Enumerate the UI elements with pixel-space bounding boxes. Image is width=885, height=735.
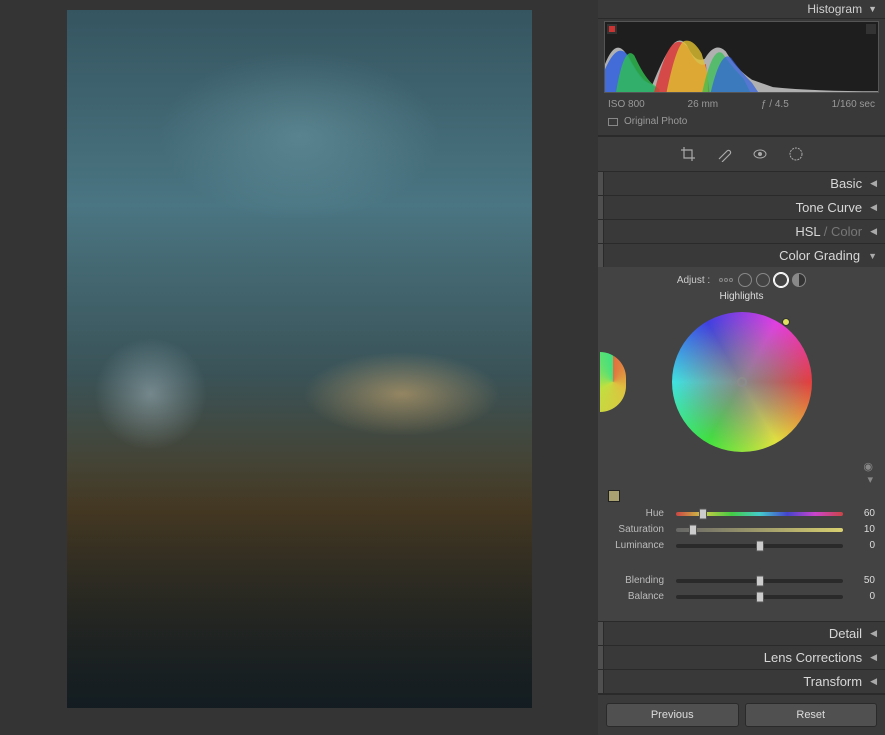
prev-wheel-peek[interactable]: [600, 352, 626, 412]
saturation-thumb[interactable]: [689, 524, 697, 535]
wheel-center-icon: [737, 377, 747, 387]
balance-slider-row: Balance 0: [608, 591, 875, 602]
reset-button[interactable]: Reset: [745, 703, 878, 727]
disclosure-icon[interactable]: ▾: [867, 473, 873, 486]
blending-label: Blending: [608, 575, 670, 586]
shutter-value: 1/160 sec: [832, 99, 875, 110]
hsl-section: HSL / Color ◀: [598, 220, 885, 244]
wheel-marker[interactable]: [782, 318, 790, 326]
healing-brush-icon[interactable]: [715, 145, 733, 163]
original-photo-icon: [608, 118, 618, 126]
tone-curve-header[interactable]: Tone Curve ◀: [598, 196, 885, 219]
crop-tool-icon[interactable]: [679, 145, 697, 163]
transform-header[interactable]: Transform ◀: [598, 670, 885, 693]
color-grading-title: Color Grading: [779, 248, 860, 263]
basic-title: Basic: [830, 176, 862, 191]
redeye-tool-icon[interactable]: [751, 145, 769, 163]
hue-thumb[interactable]: [699, 508, 707, 519]
basic-section: Basic ◀: [598, 172, 885, 196]
transform-section: Transform ◀: [598, 670, 885, 694]
highlights-mode-icon[interactable]: [774, 273, 788, 287]
develop-panel: Histogram ▼ ISO 800 26 mm ƒ / 4.5 1/160 …: [598, 0, 885, 720]
original-photo-label: Original Photo: [624, 116, 687, 127]
photo-preview[interactable]: [67, 10, 532, 708]
global-mode-icon[interactable]: [792, 273, 806, 287]
adjust-mode-icons: [718, 273, 806, 287]
lens-corrections-section: Lens Corrections ◀: [598, 646, 885, 670]
visibility-eye-icon[interactable]: ◉: [863, 460, 873, 473]
color-wheel-container: [608, 312, 875, 452]
saturation-label: Saturation: [608, 524, 670, 535]
saturation-value[interactable]: 10: [849, 524, 875, 535]
saturation-slider-row: Saturation 10: [608, 524, 875, 535]
detail-section: Detail ◀: [598, 622, 885, 646]
balance-slider[interactable]: [676, 595, 843, 599]
wheel-actions-2: ▾: [608, 473, 875, 486]
luminance-slider-row: Luminance 0: [608, 540, 875, 551]
histogram-svg: [605, 22, 878, 93]
iso-value: ISO 800: [608, 99, 645, 110]
lens-corrections-title: Lens Corrections: [764, 650, 862, 665]
highlights-color-wheel[interactable]: [672, 312, 812, 452]
previous-button[interactable]: Previous: [606, 703, 739, 727]
color-grading-body: Adjust : Highlights ◉: [598, 267, 885, 621]
tool-strip: [598, 136, 885, 172]
wheel-actions: ◉: [608, 460, 875, 473]
swatch-row: [608, 490, 875, 502]
balance-value[interactable]: 0: [849, 591, 875, 602]
balance-thumb[interactable]: [756, 591, 764, 602]
hue-slider-row: Hue 60: [608, 508, 875, 519]
histogram-graph[interactable]: [604, 21, 879, 93]
histogram-panel: ISO 800 26 mm ƒ / 4.5 1/160 sec Original…: [598, 19, 885, 136]
blending-slider-row: Blending 50: [608, 575, 875, 586]
basic-header[interactable]: Basic ◀: [598, 172, 885, 195]
current-color-swatch[interactable]: [608, 490, 620, 502]
blending-thumb[interactable]: [756, 575, 764, 586]
chevron-left-icon: ◀: [870, 676, 877, 687]
focal-length-value: 26 mm: [688, 99, 719, 110]
aperture-value: ƒ / 4.5: [761, 99, 789, 110]
shadows-mode-icon[interactable]: [738, 273, 752, 287]
hue-slider[interactable]: [676, 512, 843, 516]
luminance-thumb[interactable]: [756, 540, 764, 551]
chevron-left-icon: ◀: [870, 178, 877, 189]
three-way-mode-icon[interactable]: [718, 273, 734, 287]
luminance-label: Luminance: [608, 540, 670, 551]
transform-title: Transform: [803, 674, 862, 689]
color-grading-header[interactable]: Color Grading ▼: [598, 244, 885, 267]
original-photo-row[interactable]: Original Photo: [604, 112, 879, 131]
color-grading-section: Color Grading ▼ Adjust : Highlights: [598, 244, 885, 622]
chevron-down-icon: ▼: [868, 251, 877, 261]
detail-header[interactable]: Detail ◀: [598, 622, 885, 645]
hsl-header[interactable]: HSL / Color ◀: [598, 220, 885, 243]
detail-title: Detail: [829, 626, 862, 641]
exif-row: ISO 800 26 mm ƒ / 4.5 1/160 sec: [604, 93, 879, 112]
chevron-left-icon: ◀: [870, 652, 877, 663]
midtones-mode-icon[interactable]: [756, 273, 770, 287]
active-mode-label: Highlights: [608, 291, 875, 302]
tone-curve-title: Tone Curve: [796, 200, 862, 215]
histogram-title: Histogram: [807, 2, 862, 16]
luminance-value[interactable]: 0: [849, 540, 875, 551]
bottom-button-row: Previous Reset: [598, 694, 885, 735]
chevron-left-icon: ◀: [870, 202, 877, 213]
adjust-label: Adjust :: [677, 275, 710, 286]
hue-value[interactable]: 60: [849, 508, 875, 519]
hsl-title: HSL / Color: [795, 224, 862, 239]
preview-area: [0, 0, 598, 720]
hue-label: Hue: [608, 508, 670, 519]
blending-slider[interactable]: [676, 579, 843, 583]
chevron-down-icon: ▼: [868, 4, 877, 14]
balance-label: Balance: [608, 591, 670, 602]
tone-curve-section: Tone Curve ◀: [598, 196, 885, 220]
adjust-mode-row: Adjust :: [608, 273, 875, 287]
luminance-slider[interactable]: [676, 544, 843, 548]
chevron-left-icon: ◀: [870, 226, 877, 237]
histogram-header[interactable]: Histogram ▼: [598, 0, 885, 19]
chevron-left-icon: ◀: [870, 628, 877, 639]
blending-value[interactable]: 50: [849, 575, 875, 586]
lens-corrections-header[interactable]: Lens Corrections ◀: [598, 646, 885, 669]
saturation-slider[interactable]: [676, 528, 843, 532]
masking-tool-icon[interactable]: [787, 145, 805, 163]
